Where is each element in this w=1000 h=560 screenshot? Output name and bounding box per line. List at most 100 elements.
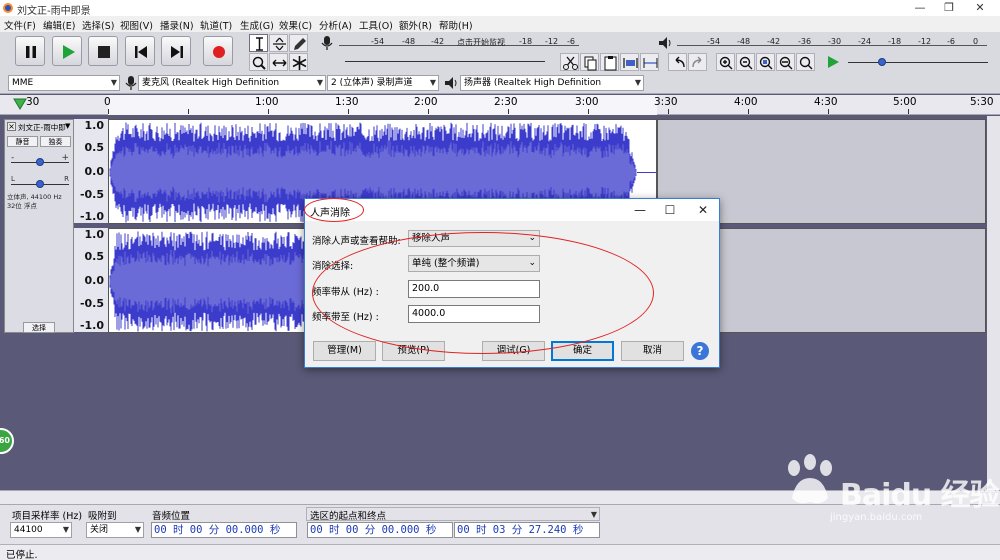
gain-knob[interactable] (36, 158, 44, 166)
zoom-toggle-button[interactable] (796, 53, 815, 71)
pan-slider[interactable]: L R (11, 175, 69, 188)
record-meter[interactable]: -54 -48 -42 点击开始监视 -18 -12 -6 (339, 37, 579, 48)
redo-icon (692, 56, 702, 68)
removal-choice-select[interactable]: 单纯 (整个频谱) ⌄ (408, 255, 540, 272)
floating-badge[interactable]: 60 (0, 428, 14, 454)
playback-device-select[interactable]: 扬声器 (Realtek High Definition ▼ (460, 75, 644, 91)
trim-icon (623, 58, 638, 68)
silence-icon (643, 58, 658, 68)
chevron-down-icon: ▼ (134, 525, 141, 534)
action-label: 消除人声或查看帮助: (312, 236, 401, 247)
play-at-speed-button[interactable] (824, 53, 842, 71)
microphone-icon[interactable] (318, 34, 336, 52)
fit-selection-icon (759, 56, 773, 70)
menu-edit[interactable]: 编辑(E) (43, 18, 75, 32)
record-button[interactable] (203, 36, 233, 66)
menu-select[interactable]: 选择(S) (82, 18, 114, 32)
record-volume-slider[interactable] (345, 56, 545, 66)
close-icon[interactable]: ✕ (965, 0, 995, 16)
silence-button[interactable] (640, 53, 659, 71)
play-head-triangle-icon[interactable] (13, 98, 27, 110)
zoom-in-button[interactable] (716, 53, 735, 71)
record-meter-hint: 点击开始监视 (457, 38, 505, 47)
manage-button[interactable]: 管理(M) (313, 341, 376, 361)
redo-button[interactable] (688, 53, 707, 71)
freq-to-input[interactable]: 4000.0 (408, 305, 540, 323)
selection-end-field[interactable]: 00 时 03 分 27.240 秒 (454, 522, 600, 538)
gain-slider[interactable]: - + (11, 153, 69, 166)
audio-position-field[interactable]: 00 时 00 分 00.000 秒 (151, 522, 297, 538)
project-rate-select[interactable]: 44100 ▼ (10, 522, 72, 538)
ok-button[interactable]: 确定 (551, 341, 614, 361)
envelope-tool[interactable] (269, 34, 288, 52)
fit-selection-button[interactable] (756, 53, 775, 71)
trim-button[interactable] (620, 53, 639, 71)
zoom-toggle-icon (799, 56, 813, 70)
minimize-icon[interactable]: — (905, 0, 935, 16)
menu-extra[interactable]: 额外(R) (399, 18, 432, 32)
help-icon[interactable]: ? (691, 342, 709, 360)
freq-from-label: 频率带从 (Hz) : (312, 287, 379, 298)
mute-button[interactable]: 静音 (7, 136, 38, 147)
magnifier-icon (252, 56, 266, 70)
menu-tools[interactable]: 工具(O) (359, 18, 393, 32)
selection-start-field[interactable]: 00 时 00 分 00.000 秒 (307, 522, 453, 538)
menu-tracks[interactable]: 轨道(T) (200, 18, 232, 32)
dialog-title: 人声消除 (310, 208, 350, 219)
timeline-ruler[interactable]: 30 0 1:00 1:30 2:00 2:30 3:00 3:30 4:00 … (0, 95, 1000, 115)
zoom-out-button[interactable] (736, 53, 755, 71)
skip-to-end-button[interactable] (161, 36, 191, 66)
menu-generate[interactable]: 生成(G) (240, 18, 274, 32)
undo-button[interactable] (668, 53, 687, 71)
playback-speed-knob[interactable] (878, 58, 886, 66)
audio-host-select[interactable]: MME ▼ (8, 75, 120, 91)
dialog-maximize-icon[interactable]: ☐ (658, 201, 682, 219)
fit-project-icon (779, 56, 793, 70)
multi-tool[interactable] (289, 53, 308, 71)
fit-project-button[interactable] (776, 53, 795, 71)
speaker-icon[interactable] (656, 34, 674, 52)
preview-button[interactable]: 预览(P) (382, 341, 445, 361)
dialog-close-icon[interactable]: ✕ (691, 201, 715, 219)
debug-button[interactable]: 调试(G) (482, 341, 545, 361)
track-close-button[interactable]: × (7, 122, 16, 131)
pan-knob[interactable] (36, 180, 44, 188)
menu-file[interactable]: 文件(F) (4, 18, 36, 32)
playback-meter[interactable]: -54 -48 -42 -36 -30 -24 -18 -12 -6 0 (677, 37, 987, 48)
recording-device-select[interactable]: 麦克风 (Realtek High Definition ▼ (138, 75, 326, 91)
menu-transport[interactable]: 播录(N) (160, 18, 194, 32)
watermark-url: jingyan.baidu.com (830, 512, 923, 523)
selection-mode-select[interactable]: ▼ (306, 507, 600, 521)
dialog-title-bar: 人声消除 — ☐ ✕ (305, 199, 719, 221)
track-menu-chevron-icon[interactable]: ▼ (65, 122, 70, 130)
zoom-tool[interactable] (249, 53, 268, 71)
solo-button[interactable]: 独奏 (40, 136, 71, 147)
selection-tool[interactable] (249, 34, 268, 52)
menu-analyze[interactable]: 分析(A) (319, 18, 352, 32)
freq-from-input[interactable]: 200.0 (408, 280, 540, 298)
playback-speed-slider[interactable] (848, 57, 988, 67)
cut-button[interactable] (560, 53, 579, 71)
pause-icon (26, 46, 36, 58)
cancel-button[interactable]: 取消 (621, 341, 684, 361)
copy-button[interactable] (580, 53, 599, 71)
restore-icon[interactable]: ❐ (934, 0, 964, 16)
track-select-button[interactable]: 选择 (23, 322, 55, 333)
play-button[interactable] (52, 36, 82, 66)
action-select[interactable]: 移除人声 ⌄ (408, 230, 540, 247)
pause-button[interactable] (15, 36, 45, 66)
skip-to-start-button[interactable] (125, 36, 155, 66)
stop-button[interactable] (88, 36, 118, 66)
vertical-scrollbar[interactable] (987, 116, 1000, 490)
menu-view[interactable]: 视图(V) (120, 18, 153, 32)
time-shift-tool[interactable] (269, 53, 288, 71)
track-name-menu[interactable]: 刘文正-雨中即 (18, 122, 66, 133)
recording-channels-select[interactable]: 2 (立体声) 录制声道 ▼ (327, 75, 439, 91)
menu-effect[interactable]: 效果(C) (279, 18, 312, 32)
draw-tool[interactable] (289, 34, 308, 52)
menu-help[interactable]: 帮助(H) (439, 18, 473, 32)
paste-button[interactable] (600, 53, 619, 71)
track-format-info: 立体声, 44100 Hz 32位 浮点 (7, 193, 62, 210)
snap-to-select[interactable]: 关闭 ▼ (86, 522, 144, 538)
dialog-minimize-icon[interactable]: — (628, 201, 652, 219)
